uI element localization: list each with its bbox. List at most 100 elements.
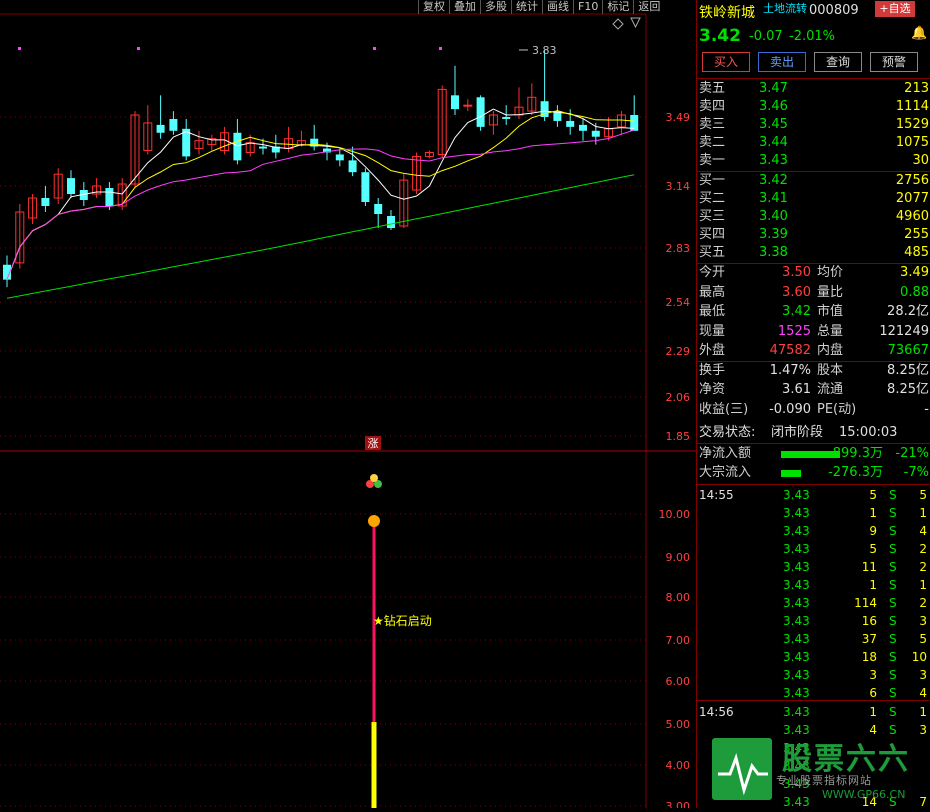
- stat-value: 3.50: [782, 265, 811, 280]
- stat-label: 总量: [817, 323, 844, 339]
- stat-value: 1.47%: [769, 362, 811, 378]
- toolbar-button[interactable]: 复权: [418, 0, 449, 14]
- sell-order-row[interactable]: 卖一 3.43 30: [699, 152, 929, 170]
- tick-volume: 9: [869, 524, 877, 538]
- quote-panel: 铁岭新城 土地流转 000809 +自选 3.42 -0.07 -2.01% 🔔…: [696, 0, 930, 809]
- price-axis-label: 2.06: [666, 391, 691, 404]
- tick-volume: 16: [861, 614, 877, 628]
- buy-order-label: 买四: [699, 227, 726, 242]
- tick-count: 5: [919, 632, 927, 646]
- tick-volume: 1: [869, 506, 877, 520]
- buy-button[interactable]: 买入: [702, 52, 750, 72]
- buy-order-volume: 255: [904, 227, 929, 242]
- sell-order-row[interactable]: 卖四 3.46 1114: [699, 98, 929, 116]
- add-watchlist-button[interactable]: +自选: [875, 1, 915, 17]
- stock-code: 000809: [809, 3, 859, 18]
- tick-side: S: [889, 488, 897, 502]
- candle-body-down: [169, 118, 178, 131]
- candle-body-down: [335, 154, 344, 161]
- stock-concept-tag[interactable]: 土地流转: [763, 0, 807, 16]
- signal-label: ★钻石启动: [373, 613, 432, 628]
- tick-side: S: [889, 632, 897, 646]
- tick-side: S: [889, 524, 897, 538]
- tick-price: 3.43: [783, 524, 810, 538]
- toolbar-button[interactable]: 统计: [511, 0, 542, 14]
- tick-side: S: [889, 705, 897, 719]
- sell-order-label: 卖五: [699, 81, 726, 96]
- candle-body-down: [502, 117, 511, 119]
- sell-button[interactable]: 卖出: [758, 52, 806, 72]
- sell-order-row[interactable]: 卖三 3.45 1529: [699, 116, 929, 134]
- sell-order-row[interactable]: 卖五 3.47 213: [699, 80, 929, 98]
- toolbar-button[interactable]: 返回: [633, 0, 664, 14]
- divider: [697, 443, 930, 444]
- toolbar-button[interactable]: 叠加: [449, 0, 480, 14]
- stat-label: PE(动): [817, 401, 857, 417]
- candle-body-down: [361, 172, 370, 202]
- indicator-axis-label: 8.00: [666, 591, 691, 604]
- tick-price: 3.43: [783, 596, 810, 610]
- tick-row: 3.43 5 S 2: [699, 540, 929, 558]
- tick-volume: 18: [861, 650, 877, 664]
- bell-icon[interactable]: 🔔: [911, 26, 927, 41]
- tick-side: S: [889, 650, 897, 664]
- capital-flow-row: 净流入额 -899.3万 -21%: [699, 445, 929, 463]
- toolbar-button[interactable]: F10: [573, 0, 602, 14]
- buy-order-row[interactable]: 买五 3.38 485: [699, 244, 929, 262]
- stat-value: 28.2亿: [887, 304, 929, 319]
- tick-row: 3.43 114 S 2: [699, 594, 929, 612]
- tick-row: 3.43 3 S 3: [699, 666, 929, 684]
- toolbar-button[interactable]: 多股: [480, 0, 511, 14]
- buy-order-price: 3.38: [759, 245, 788, 260]
- sell-order-price: 3.44: [759, 135, 788, 150]
- candle-body-down: [591, 130, 600, 137]
- flow-label: 大宗流入: [699, 465, 752, 480]
- toolbar-button[interactable]: 标记: [602, 0, 633, 14]
- flow-value: -276.3万: [828, 465, 883, 480]
- tick-count: 2: [919, 596, 927, 610]
- kline-chart[interactable]: 3.49 3.14 2.83 2.54 2.29 2.06 1.85 10.00 9.00 8.0…: [0, 0, 696, 812]
- alert-button[interactable]: 预警: [870, 52, 918, 72]
- sell-order-volume: 1114: [895, 99, 929, 114]
- stat-value: 8.25亿: [887, 362, 929, 378]
- tick-count: 2: [919, 560, 927, 574]
- buy-order-price: 3.40: [759, 209, 788, 224]
- signal-dot: [373, 47, 376, 50]
- tick-volume: 37: [861, 632, 877, 646]
- tri-ball-icon: [370, 474, 378, 482]
- buy-order-row[interactable]: 买一 3.42 2756: [699, 172, 929, 190]
- tick-volume: 5: [869, 542, 877, 556]
- stat-row: 收益(三) -0.090 PE(动) -: [699, 401, 929, 419]
- tick-count: 4: [919, 524, 927, 538]
- stat-label: 股本: [817, 362, 844, 378]
- stat-label: 均价: [817, 265, 844, 280]
- buy-order-volume: 485: [904, 245, 929, 260]
- candle-body-down: [348, 160, 357, 173]
- stat-value: 47582: [769, 343, 811, 358]
- stat-label: 今开: [699, 265, 726, 280]
- stat-label: 流通: [817, 382, 844, 397]
- tick-price: 3.43: [783, 668, 810, 682]
- kline-chart-area[interactable]: 3.49 3.14 2.83 2.54 2.29 2.06 1.85 10.00 9.00 8.0…: [0, 0, 696, 812]
- tick-count: 1: [919, 578, 927, 592]
- sell-order-volume: 213: [904, 81, 929, 96]
- buy-order-label: 买五: [699, 245, 726, 260]
- signal-dot: [137, 47, 140, 50]
- buy-order-row[interactable]: 买三 3.40 4960: [699, 208, 929, 226]
- tick-volume: 1: [869, 578, 877, 592]
- query-button[interactable]: 查询: [814, 52, 862, 72]
- buy-order-row[interactable]: 买四 3.39 255: [699, 226, 929, 244]
- tick-price: 3.43: [783, 488, 810, 502]
- stat-row: 换手 1.47% 股本 8.25亿: [699, 362, 929, 380]
- sell-order-row[interactable]: 卖二 3.44 1075: [699, 134, 929, 152]
- buy-order-row[interactable]: 买二 3.41 2077: [699, 190, 929, 208]
- candle-body-down: [41, 198, 50, 206]
- ma20-line: [6, 129, 635, 280]
- toolbar-button[interactable]: 画线: [542, 0, 573, 14]
- indicator-axis-label: 4.00: [666, 759, 691, 772]
- stat-value: 8.25亿: [887, 382, 929, 397]
- tick-row: 3.43 37 S 5: [699, 630, 929, 648]
- tick-row: 3.43 1 S 1: [699, 576, 929, 594]
- stock-name[interactable]: 铁岭新城: [699, 2, 755, 22]
- sell-order-label: 卖四: [699, 99, 726, 114]
